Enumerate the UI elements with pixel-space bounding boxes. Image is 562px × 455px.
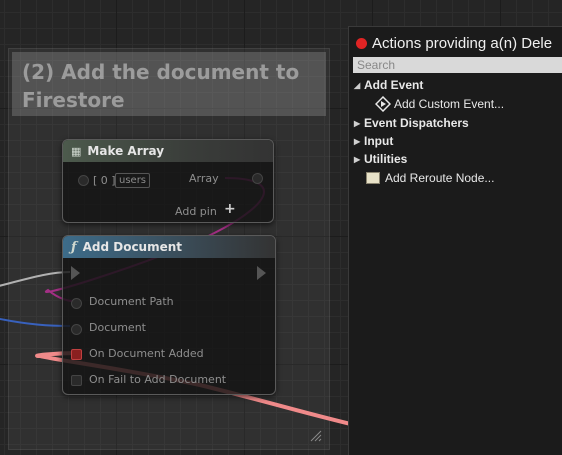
category-add-event[interactable]: ◢ Add Event [354,78,423,92]
add-pin-icon[interactable]: + [224,201,236,217]
menu-item-add-reroute-node[interactable]: Add Reroute Node... [366,171,494,185]
category-utilities-label: Utilities [364,152,408,166]
add-pin-button[interactable]: Add pin [175,205,217,218]
users-value-field[interactable]: users [115,173,151,188]
make-array-title: Make Array [87,144,165,158]
collapsed-triangle-icon: ▶ [354,136,361,146]
exec-input-pin[interactable] [71,266,80,280]
category-add-event-label: Add Event [364,78,424,92]
exec-wire [0,271,71,287]
function-icon: ƒ [71,239,77,255]
index-label: [ 0 ] [93,174,116,187]
add-document-title: Add Document [82,240,183,254]
delegate-pin-icon [356,37,367,49]
make-array-header[interactable]: ▦ Make Array [63,140,273,162]
actions-context-menu[interactable]: Actions providing a(n) Dele ◢ Add Event … [348,26,562,455]
search-input[interactable] [353,57,562,73]
document-label: Document [89,321,146,334]
document-pin[interactable] [71,324,82,335]
category-event-dispatchers[interactable]: ▶ Event Dispatchers [354,116,469,130]
make-array-node[interactable]: ▦ Make Array [ 0 ] users Array Add pin + [62,139,274,223]
menu-item-add-reroute-node-label: Add Reroute Node... [385,171,495,185]
blueprint-graph-canvas[interactable]: (2) Add the document to Firestore ▦ Make… [0,0,562,455]
on-document-added-pin[interactable] [71,349,82,360]
exec-output-pin[interactable] [257,266,266,280]
document-path-label: Document Path [89,295,174,308]
document-path-pin[interactable] [71,298,82,309]
on-document-added-label: On Document Added [89,347,204,360]
add-document-header[interactable]: ƒ Add Document [63,236,275,258]
category-input-label: Input [364,134,394,148]
array-output-pin[interactable] [252,173,263,184]
menu-item-add-custom-event[interactable]: Add Custom Event... [375,96,504,112]
reroute-node-icon [366,172,380,184]
category-utilities[interactable]: ▶ Utilities [354,152,407,166]
resize-grip-icon [310,430,322,442]
menu-item-add-custom-event-label: Add Custom Event... [394,97,505,111]
array-grid-icon: ▦ [71,144,82,158]
object-wire [0,317,71,327]
category-event-dispatchers-label: Event Dispatchers [364,116,469,130]
array-output-label: Array [189,172,219,185]
collapsed-triangle-icon: ▶ [354,118,361,128]
menu-title: Actions providing a(n) Dele [372,34,553,52]
custom-event-icon [375,96,391,112]
index-input-pin[interactable] [78,175,89,186]
on-fail-label: On Fail to Add Document [89,373,227,386]
on-fail-pin[interactable] [71,375,82,386]
add-document-node[interactable]: ƒ Add Document Document Path Document On… [62,235,276,395]
expanded-triangle-icon: ◢ [354,80,361,90]
menu-title-row: Actions providing a(n) Dele [349,31,562,55]
category-input[interactable]: ▶ Input [354,134,393,148]
collapsed-triangle-icon: ▶ [354,154,361,164]
comment-resize-grip[interactable] [310,430,324,444]
